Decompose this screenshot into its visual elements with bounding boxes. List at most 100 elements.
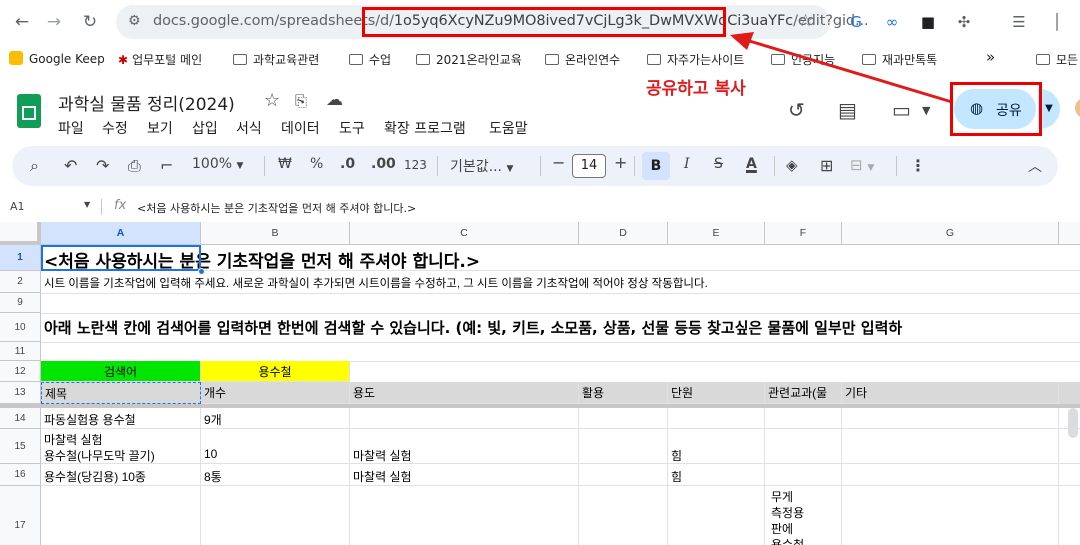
cell-e16[interactable]: 힘 <box>668 468 685 485</box>
strikethrough-icon[interactable]: S <box>714 156 723 172</box>
forward-icon[interactable]: → <box>42 10 66 34</box>
row-header-12[interactable]: 12 <box>0 361 41 382</box>
menu-extensions[interactable]: 확장 프로그램 <box>384 118 466 138</box>
merge-cells-icon[interactable]: ⊟ ▼ <box>850 156 874 174</box>
cell-b15[interactable]: 10 <box>201 447 220 461</box>
cell-a15-line1[interactable]: 마찰력 실험 <box>41 431 106 448</box>
cell-a13[interactable]: 제목 <box>41 382 201 404</box>
cell-b13[interactable]: 개수 <box>201 382 350 404</box>
menu-file[interactable]: 파일 <box>58 118 84 138</box>
cell-c13[interactable]: 용도 <box>350 382 579 404</box>
search-input-cell[interactable]: 용수철 <box>201 361 350 382</box>
row-header-13[interactable]: 13 <box>0 382 41 404</box>
bookmark-folder-class[interactable]: 수업 <box>349 51 391 68</box>
menu-help[interactable]: 도움말 <box>489 118 528 138</box>
row-header-10[interactable]: 10 <box>0 313 41 342</box>
row-header-17[interactable]: 17 <box>0 486 41 545</box>
comments-icon[interactable]: ▤ <box>838 98 857 122</box>
bookmark-folder-science[interactable]: 과학교육관련 <box>233 51 319 68</box>
text-color-icon[interactable]: A <box>746 156 757 172</box>
vertical-scrollbar[interactable] <box>1068 408 1078 438</box>
row-header-16[interactable]: 16 <box>0 464 41 486</box>
menu-insert[interactable]: 삽입 <box>192 118 218 138</box>
cell-f13[interactable]: 관련교과(물 <box>765 382 842 404</box>
cell-c15[interactable]: 마찰력 실험 <box>350 447 415 464</box>
formula-input[interactable]: <처음 사용하시는 분은 기초작업을 먼저 해 주셔야 합니다.> <box>137 200 416 216</box>
cell-a16[interactable]: 용수철(당김용) 10종 <box>41 468 149 485</box>
back-icon[interactable]: ← <box>10 10 34 34</box>
cell-e13[interactable]: 단원 <box>668 382 765 404</box>
reading-list-icon[interactable]: ☰ <box>1008 11 1030 33</box>
print-icon[interactable]: ⎙ <box>128 156 141 176</box>
font-select[interactable]: 기본값... ▼ <box>450 156 513 176</box>
row-header-14[interactable]: 14 <box>0 408 41 429</box>
cell-c16[interactable]: 마찰력 실험 <box>350 468 415 485</box>
meet-icon[interactable]: ▭ <box>892 98 911 122</box>
fill-handle[interactable] <box>198 268 205 275</box>
column-header-e[interactable]: E <box>668 222 765 245</box>
column-header-g[interactable]: G <box>842 222 1059 245</box>
redo-icon[interactable]: ↷ <box>96 156 109 175</box>
frozen-rows-divider[interactable] <box>0 404 1080 408</box>
decrease-decimal-button[interactable]: .0 <box>340 156 355 172</box>
zoom-select[interactable]: 100% ▼ <box>192 156 243 172</box>
fill-color-icon[interactable]: ◈ <box>786 156 798 174</box>
more-formats-button[interactable]: 123 <box>404 158 427 172</box>
history-icon[interactable]: ↺ <box>788 98 805 122</box>
cell-g13[interactable]: 기타 <box>842 382 1059 404</box>
menu-tools[interactable]: 도구 <box>339 118 365 138</box>
bold-button[interactable]: B <box>642 152 670 180</box>
cell-a14[interactable]: 파동실험용 용수철 <box>41 411 139 428</box>
name-box-dropdown-icon[interactable]: ▼ <box>84 200 90 209</box>
document-title[interactable]: 과학실 물품 정리(2024) <box>58 90 235 115</box>
italic-icon[interactable]: I <box>684 156 690 172</box>
cell-b14[interactable]: 9개 <box>201 411 225 428</box>
bookmark-folder-online[interactable]: 온라인연수 <box>545 51 620 68</box>
menu-view[interactable]: 보기 <box>147 118 173 138</box>
column-header-f[interactable]: F <box>765 222 842 245</box>
row-header-15[interactable]: 15 <box>0 429 41 464</box>
font-size-input[interactable]: 14 <box>572 154 606 178</box>
select-all-corner[interactable] <box>0 222 41 245</box>
percent-format-button[interactable]: % <box>310 156 323 172</box>
bookmark-google-keep[interactable]: Google Keep <box>9 51 105 66</box>
row-header-11[interactable]: 11 <box>0 342 41 361</box>
row-header-1[interactable]: 1 <box>0 245 41 271</box>
bookmark-folder-2021[interactable]: 2021온라인교육 <box>416 51 522 68</box>
increase-decimal-button[interactable]: .00 <box>371 156 396 172</box>
cell-f17-line4[interactable]: 용수철 <box>768 536 807 545</box>
cell-a2[interactable]: 시트 이름을 기초작업에 입력해 주세요. 새로운 과학실이 추가되면 시트이름… <box>41 275 711 291</box>
reload-icon[interactable]: ↻ <box>78 10 102 34</box>
cell-f17-line3[interactable]: 판에 <box>768 520 796 537</box>
column-header-b[interactable]: B <box>201 222 350 245</box>
currency-format-button[interactable]: ₩ <box>278 156 292 172</box>
cloud-status-icon[interactable]: ☁ <box>326 90 343 110</box>
column-header-a[interactable]: A <box>41 222 201 245</box>
profile-icon[interactable]: │ <box>1046 11 1068 33</box>
bookmark-folder-all[interactable]: 모든 <box>1036 51 1078 68</box>
cell-b16[interactable]: 8통 <box>201 468 225 485</box>
column-header-d[interactable]: D <box>579 222 668 245</box>
increase-font-size-icon[interactable]: + <box>614 153 627 172</box>
star-icon[interactable]: ☆ <box>264 90 280 111</box>
cell-f17-line1[interactable]: 무게 <box>768 488 796 505</box>
row-header-9[interactable]: 9 <box>0 293 41 313</box>
meet-dropdown-icon[interactable]: ▼ <box>922 104 930 117</box>
cell-a10[interactable]: 아래 노란색 칸에 검색어를 입력하면 한번에 검색할 수 있습니다. (예: … <box>41 317 905 338</box>
cell-a15-line2[interactable]: 용수철(나무도막 끌기) <box>41 447 158 464</box>
name-box[interactable]: A1 <box>10 200 25 213</box>
menu-edit[interactable]: 수정 <box>102 118 128 138</box>
column-header-h[interactable] <box>1059 222 1080 245</box>
bookmark-portal[interactable]: ✱ 업무포털 메인 <box>118 51 202 68</box>
search-menus-icon[interactable]: ⌕ <box>30 156 39 176</box>
more-bookmarks-icon[interactable]: » <box>986 48 995 66</box>
cell-f17-line2[interactable]: 측정용 <box>768 504 807 521</box>
borders-icon[interactable]: ⊞ <box>820 156 833 175</box>
undo-icon[interactable]: ↶ <box>64 156 77 175</box>
column-header-c[interactable]: C <box>350 222 579 245</box>
decrease-font-size-icon[interactable]: − <box>552 153 565 172</box>
paint-format-icon[interactable]: ⌐ <box>160 156 173 175</box>
site-info-icon[interactable]: ⚙ <box>128 13 141 29</box>
collapse-toolbar-icon[interactable]: ︿ <box>1028 156 1042 176</box>
cell-d13[interactable]: 활용 <box>579 382 668 404</box>
